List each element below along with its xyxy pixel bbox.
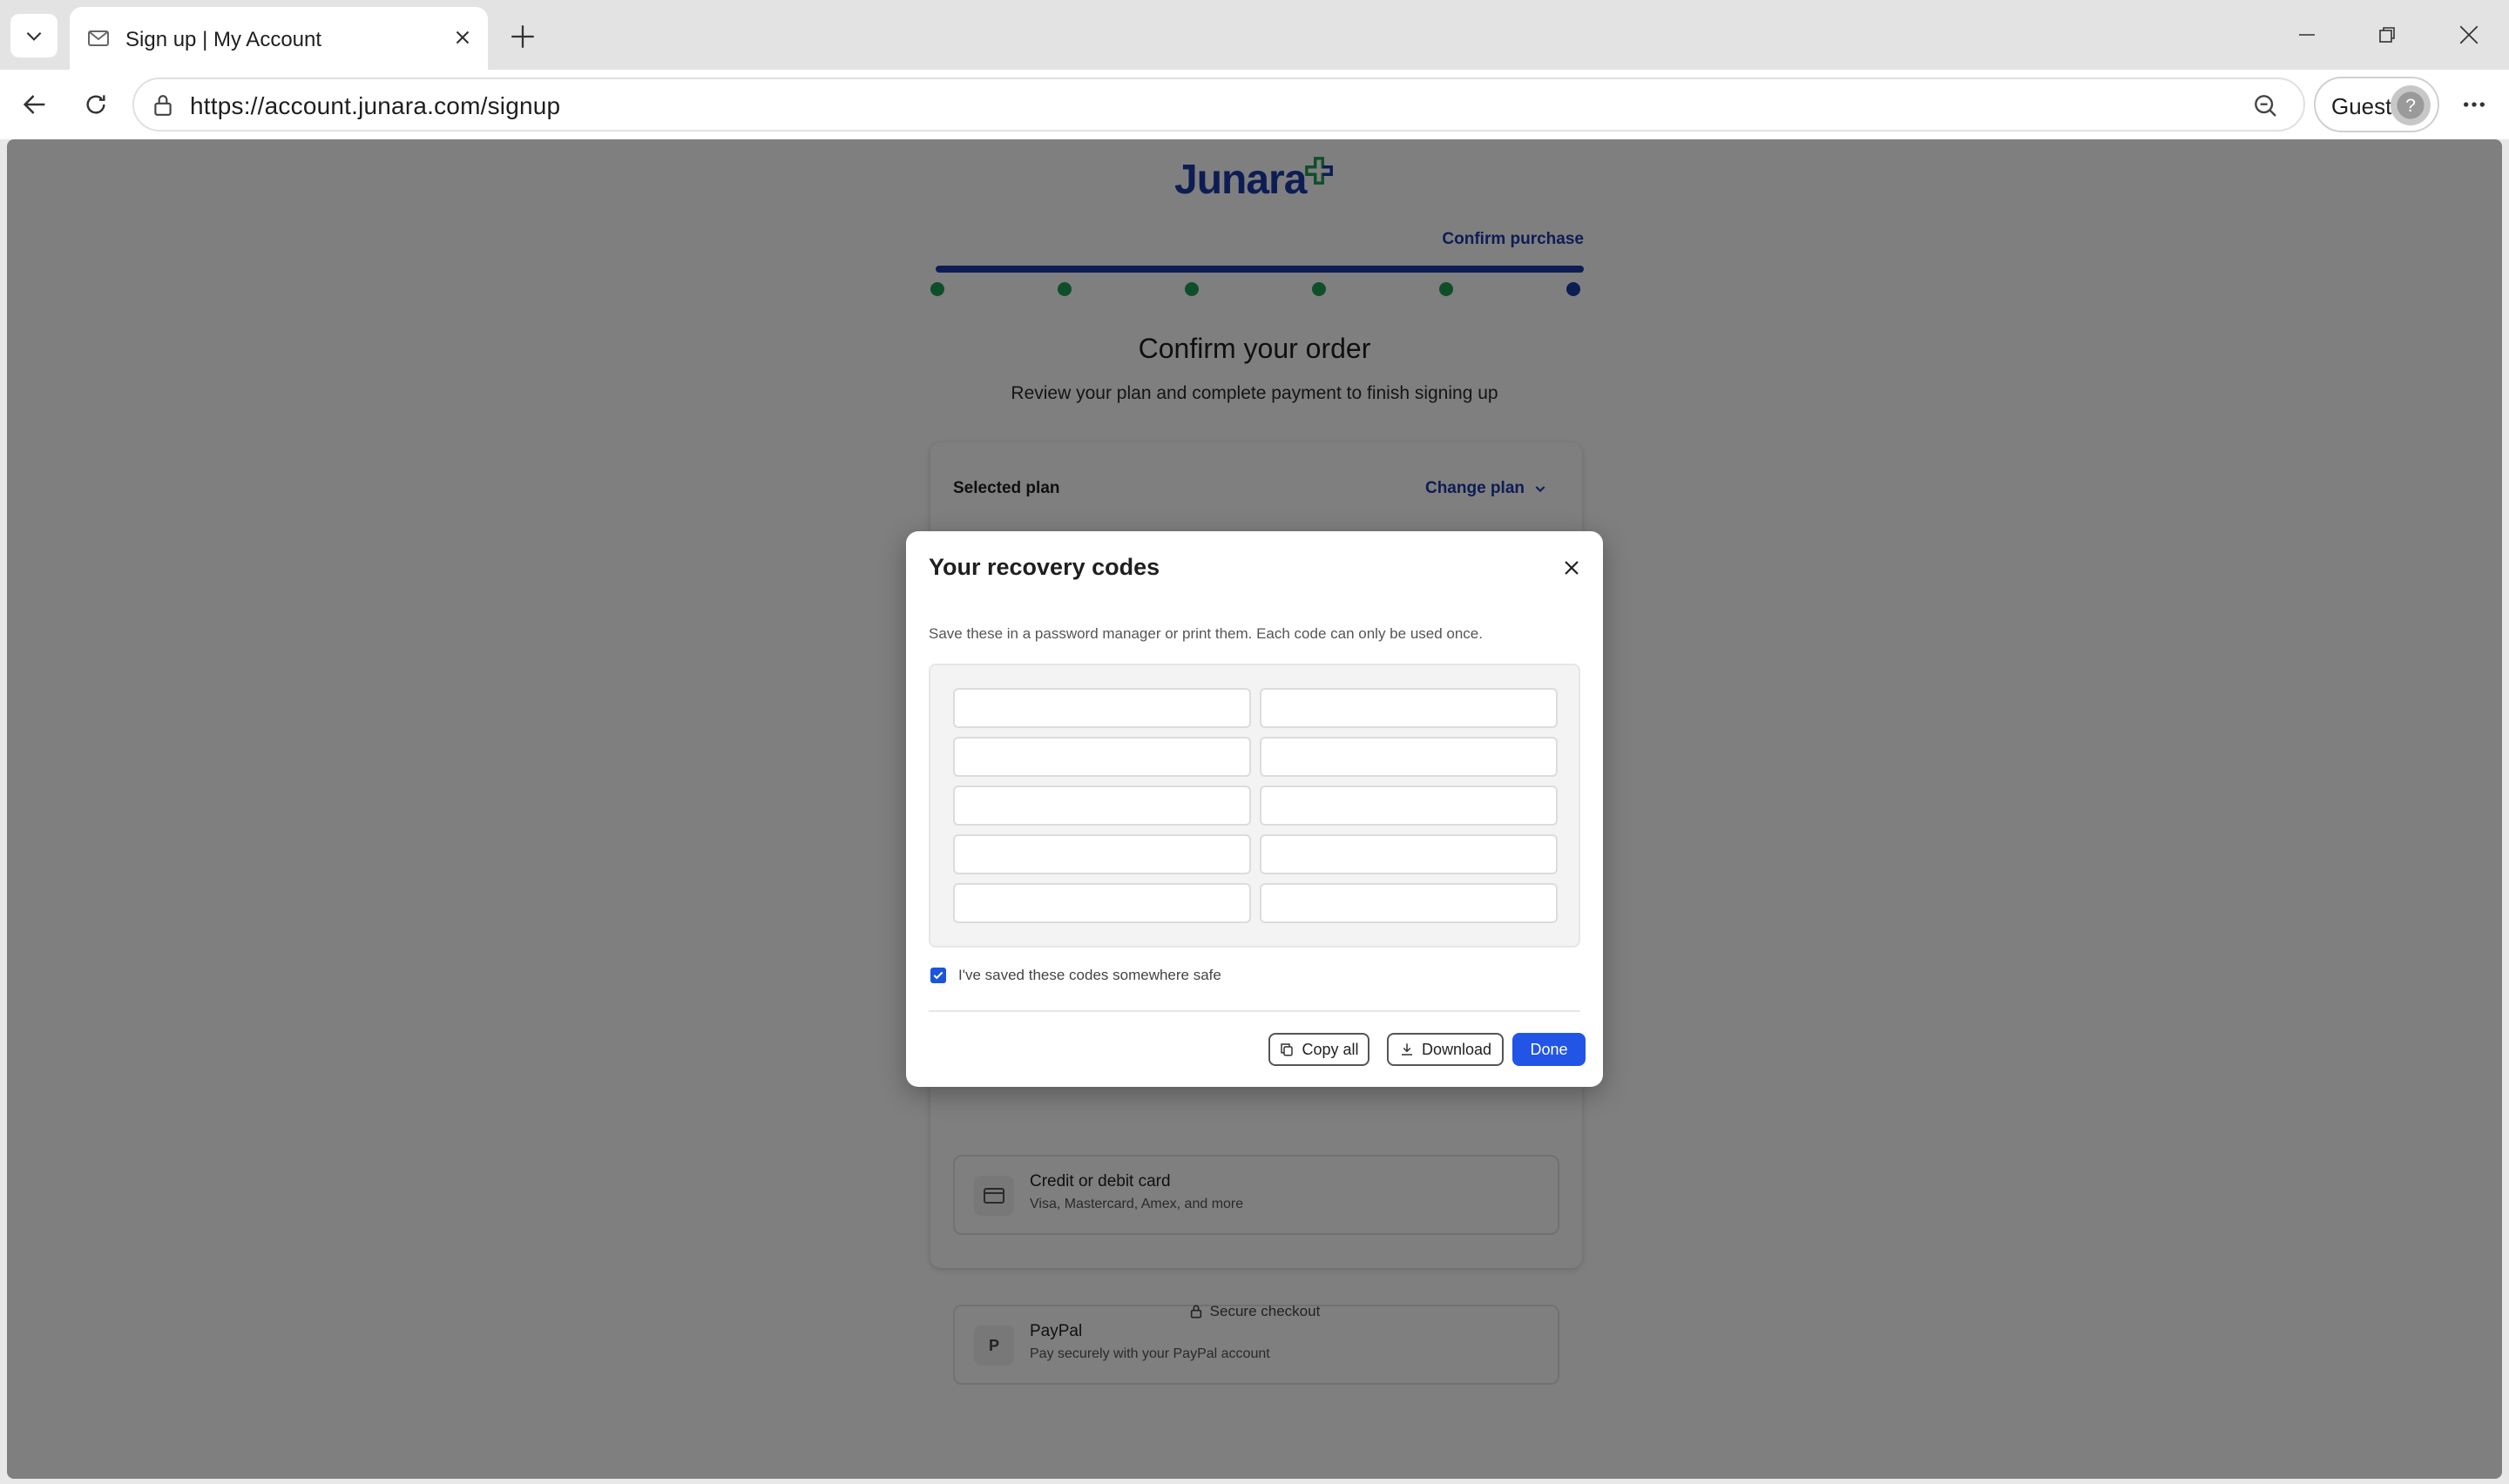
recovery-code-field[interactable] (1260, 883, 1558, 923)
saved-codes-checkbox[interactable] (930, 968, 946, 983)
tab-title: Sign up | My Account (125, 28, 322, 51)
tab-strip: Sign up | My Account (0, 0, 2509, 70)
close-icon (1565, 561, 1579, 575)
saved-codes-label: I've saved these codes somewhere safe (958, 967, 1221, 983)
address-bar[interactable]: https://account.junara.com/signup (132, 78, 2305, 132)
zoom-out-icon[interactable] (2251, 91, 2279, 124)
chevron-down-icon (26, 31, 42, 41)
copy-icon (1281, 1043, 1294, 1056)
dialog-close-button[interactable] (1554, 550, 1589, 585)
arrow-left-icon (23, 95, 45, 114)
recovery-code-field[interactable] (953, 834, 1251, 874)
saved-codes-checkbox-row[interactable]: I've saved these codes somewhere safe (930, 967, 1221, 984)
recovery-codes-dialog: Your recovery codes Save these in a pass… (906, 531, 1603, 1087)
lock-icon[interactable] (152, 93, 174, 122)
recovery-code-field[interactable] (953, 786, 1251, 826)
browser-toolbar: https://account.junara.com/signup Guest … (0, 70, 2509, 139)
done-label: Done (1530, 1040, 1568, 1058)
recovery-code-field[interactable] (1260, 834, 1558, 874)
reload-icon (86, 95, 105, 114)
plus-icon (511, 25, 534, 48)
recovery-code-field[interactable] (1260, 688, 1558, 728)
guest-avatar-icon: ? (2397, 91, 2424, 119)
tab-search-button[interactable] (10, 14, 57, 57)
reload-button[interactable] (77, 85, 115, 124)
minimize-button[interactable] (2288, 16, 2326, 54)
profile-label: Guest (2331, 93, 2392, 119)
minimize-icon (2299, 34, 2315, 36)
recovery-code-field[interactable] (1260, 737, 1558, 777)
more-horizontal-icon (2464, 102, 2485, 107)
copy-all-label: Copy all (1302, 1040, 1359, 1058)
browser-menu-button[interactable] (2455, 85, 2493, 124)
close-window-button[interactable] (2450, 16, 2488, 54)
avatar: ? (2391, 85, 2431, 125)
restore-button[interactable] (2368, 16, 2406, 54)
recovery-codes-grid (929, 664, 1580, 948)
download-icon (1401, 1043, 1412, 1056)
dialog-description: Save these in a password manager or prin… (929, 625, 1483, 642)
restore-icon (2379, 27, 2395, 43)
svg-text:?: ? (2405, 95, 2416, 116)
recovery-code-field[interactable] (953, 883, 1251, 923)
recovery-code-field[interactable] (1260, 786, 1558, 826)
page-viewport: Junara Confirm purchase Confirm your ord… (7, 139, 2502, 1479)
mail-icon (87, 28, 110, 53)
copy-all-button[interactable]: Copy all (1268, 1033, 1369, 1066)
done-button[interactable]: Done (1512, 1033, 1586, 1066)
download-label: Download (1421, 1040, 1492, 1058)
recovery-code-field[interactable] (953, 688, 1251, 728)
profile-button[interactable]: Guest ? (2314, 77, 2439, 132)
close-tab-icon[interactable] (451, 26, 474, 53)
dialog-divider (929, 1010, 1580, 1012)
dialog-title: Your recovery codes (929, 554, 1160, 580)
download-button[interactable]: Download (1387, 1033, 1504, 1066)
recovery-code-field[interactable] (953, 737, 1251, 777)
new-tab-button[interactable] (504, 17, 542, 56)
url-text[interactable]: https://account.junara.com/signup (190, 92, 560, 120)
close-icon (2459, 25, 2479, 44)
back-button[interactable] (16, 85, 54, 124)
checkmark-icon (933, 971, 943, 980)
active-tab[interactable]: Sign up | My Account (70, 7, 488, 70)
